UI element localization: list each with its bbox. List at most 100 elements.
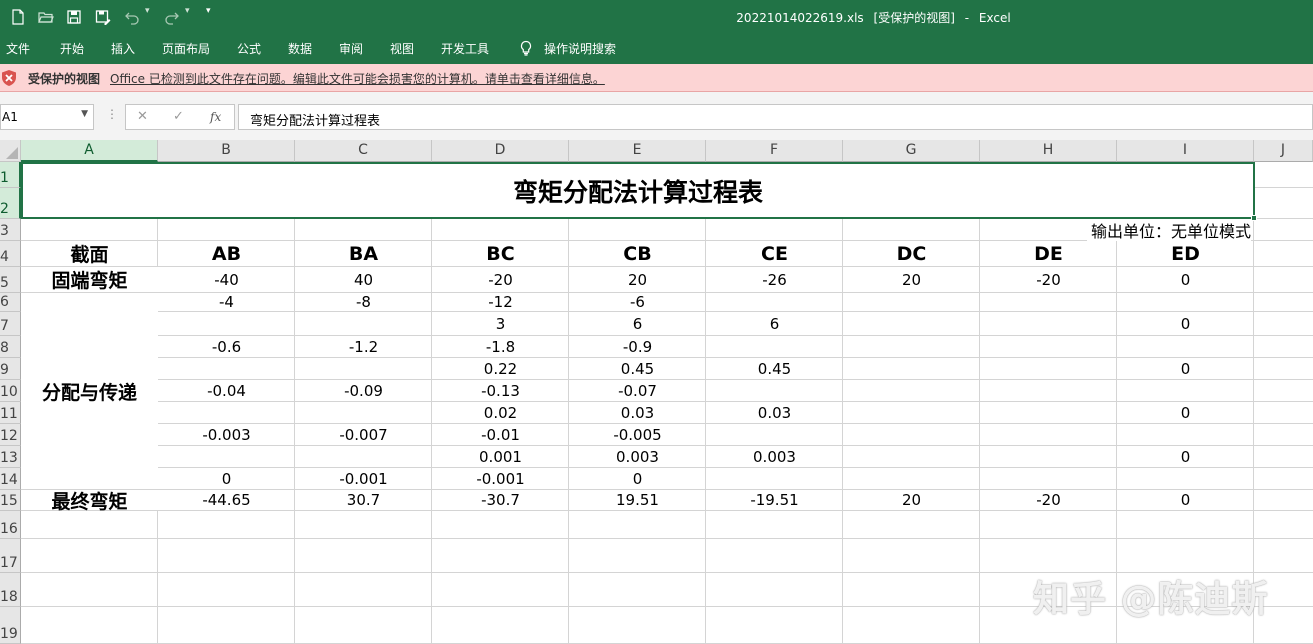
distribution-cell[interactable]: -0.001 <box>432 468 569 489</box>
column-header-f[interactable]: F <box>706 140 843 162</box>
tell-me-search[interactable]: 操作说明搜索 <box>544 40 616 57</box>
section-header-ba[interactable]: BA <box>295 241 432 266</box>
formula-input[interactable]: 弯矩分配法计算过程表 <box>238 104 1313 130</box>
cancel-entry-icon[interactable]: ✕ <box>137 109 148 124</box>
distribution-cell[interactable]: -0.001 <box>295 468 432 489</box>
section-label-cell[interactable]: 截面 <box>21 241 158 266</box>
column-header-g[interactable]: G <box>843 140 980 162</box>
fixed-moment-cell[interactable]: 20 <box>843 267 980 292</box>
distribution-cell[interactable]: 6 <box>569 312 706 335</box>
fixed-moment-cell[interactable]: -26 <box>706 267 843 292</box>
section-header-de[interactable]: DE <box>980 241 1117 266</box>
distribution-cell[interactable]: 3 <box>432 312 569 335</box>
row-header-18[interactable]: 18 <box>0 573 21 607</box>
column-header-i[interactable]: I <box>1117 140 1254 162</box>
final-moment-cell[interactable]: 30.7 <box>295 490 432 510</box>
row-header-16[interactable]: 16 <box>0 511 21 539</box>
distribution-cell[interactable]: 0 <box>1117 312 1254 335</box>
row-header-3[interactable]: 3 <box>0 219 21 241</box>
column-header-d[interactable]: D <box>432 140 569 162</box>
section-header-dc[interactable]: DC <box>843 241 980 266</box>
section-header-cb[interactable]: CB <box>569 241 706 266</box>
fixed-moment-cell[interactable]: 40 <box>295 267 432 292</box>
column-header-j[interactable]: J <box>1254 140 1313 162</box>
final-moment-cell[interactable]: -30.7 <box>432 490 569 510</box>
row-header-5[interactable]: 5 <box>0 267 21 293</box>
distribution-cell[interactable]: -1.2 <box>295 336 432 357</box>
final-moment-cell[interactable]: -19.51 <box>706 490 843 510</box>
row-header-11[interactable]: 11 <box>0 402 21 424</box>
distribution-cell[interactable]: 0 <box>1117 446 1254 467</box>
distribution-cell[interactable]: -0.005 <box>569 424 706 445</box>
section-header-ed[interactable]: ED <box>1117 241 1254 266</box>
section-header-ce[interactable]: CE <box>706 241 843 266</box>
protected-view-message-link[interactable]: Office 已检测到此文件存在问题。编辑此文件可能会损害您的计算机。请单击查看… <box>110 70 605 87</box>
final-moment-cell[interactable]: 19.51 <box>569 490 706 510</box>
row-header-9[interactable]: 9 <box>0 358 21 380</box>
distribution-cell[interactable]: 0.001 <box>432 446 569 467</box>
fixed-moment-label[interactable]: 固端弯矩 <box>21 267 158 292</box>
confirm-entry-icon[interactable]: ✓ <box>173 109 184 124</box>
row-header-19[interactable]: 19 <box>0 607 21 644</box>
distribution-cell[interactable]: -8 <box>295 293 432 311</box>
distribution-cell[interactable]: -0.01 <box>432 424 569 445</box>
insert-function-icon[interactable]: fx <box>210 110 221 124</box>
section-header-bc[interactable]: BC <box>432 241 569 266</box>
fixed-moment-cell[interactable]: 0 <box>1117 267 1254 292</box>
row-header-10[interactable]: 10 <box>0 380 21 402</box>
distribution-cell[interactable]: -12 <box>432 293 569 311</box>
distribution-cell[interactable]: -1.8 <box>432 336 569 357</box>
name-box[interactable]: A1 ▼ <box>0 104 94 130</box>
tab-insert[interactable]: 插入 <box>111 40 135 57</box>
final-moment-cell[interactable]: 0 <box>1117 490 1254 510</box>
row-header-4[interactable]: 4 <box>0 241 21 267</box>
tab-page-layout[interactable]: 页面布局 <box>162 40 210 57</box>
final-moment-cell[interactable]: 20 <box>843 490 980 510</box>
row-header-17[interactable]: 17 <box>0 539 21 573</box>
row-header-8[interactable]: 8 <box>0 336 21 358</box>
sheet-title-cell[interactable]: 弯矩分配法计算过程表 <box>21 162 1255 219</box>
select-all-corner[interactable] <box>0 140 21 162</box>
distribution-cell[interactable]: 0.003 <box>569 446 706 467</box>
column-header-a[interactable]: A <box>21 140 158 162</box>
distribution-cell[interactable]: -0.003 <box>158 424 295 445</box>
fixed-moment-cell[interactable]: 20 <box>569 267 706 292</box>
formula-bar-grip-icon[interactable]: ⋮ <box>106 107 118 121</box>
column-header-h[interactable]: H <box>980 140 1117 162</box>
distribution-cell[interactable]: -0.09 <box>295 380 432 401</box>
distribution-cell[interactable]: -0.007 <box>295 424 432 445</box>
column-header-b[interactable]: B <box>158 140 295 162</box>
distribution-label[interactable]: 分配与传递 <box>21 293 158 489</box>
distribution-cell[interactable]: 0 <box>158 468 295 489</box>
row-header-12[interactable]: 12 <box>0 424 21 446</box>
distribution-cell[interactable]: 0 <box>1117 402 1254 423</box>
tab-file[interactable]: 文件 <box>6 40 30 57</box>
distribution-cell[interactable]: 0.03 <box>569 402 706 423</box>
distribution-cell[interactable]: -0.9 <box>569 336 706 357</box>
tab-home[interactable]: 开始 <box>60 40 84 57</box>
row-header-15[interactable]: 15 <box>0 490 21 511</box>
distribution-cell[interactable]: -0.04 <box>158 380 295 401</box>
distribution-cell[interactable]: -0.13 <box>432 380 569 401</box>
final-moment-label[interactable]: 最终弯矩 <box>21 490 158 513</box>
fill-handle[interactable] <box>1251 215 1257 221</box>
distribution-cell[interactable]: 0.45 <box>569 358 706 379</box>
row-header-7[interactable]: 7 <box>0 312 21 336</box>
fixed-moment-cell[interactable]: -20 <box>980 267 1117 292</box>
distribution-cell[interactable]: 0 <box>569 468 706 489</box>
final-moment-cell[interactable]: -44.65 <box>158 490 295 510</box>
worksheet-grid[interactable]: ABCDEFGHIJ 1 2 3 4 5 6 7 8 9 10 11 12 13 14 15 16 17 18 19… <box>0 140 1313 644</box>
distribution-cell[interactable]: -6 <box>569 293 706 311</box>
row-header-14[interactable]: 14 <box>0 468 21 490</box>
tab-formulas[interactable]: 公式 <box>237 40 261 57</box>
column-header-c[interactable]: C <box>295 140 432 162</box>
tab-developer[interactable]: 开发工具 <box>441 40 489 57</box>
final-moment-cell[interactable]: -20 <box>980 490 1117 510</box>
row-header-6[interactable]: 6 <box>0 293 21 312</box>
distribution-cell[interactable]: -4 <box>158 293 295 311</box>
distribution-cell[interactable]: 0.02 <box>432 402 569 423</box>
fixed-moment-cell[interactable]: -20 <box>432 267 569 292</box>
distribution-cell[interactable]: -0.6 <box>158 336 295 357</box>
tab-review[interactable]: 审阅 <box>339 40 363 57</box>
distribution-cell[interactable]: 0.003 <box>706 446 843 467</box>
